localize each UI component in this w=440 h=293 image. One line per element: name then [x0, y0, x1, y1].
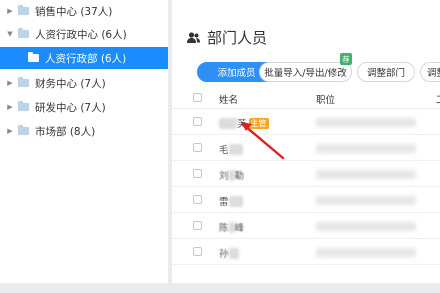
- redacted-name: [219, 117, 237, 129]
- department-tree: ▶ 销售中心 (37人) ▼ 人资行政中心 (6人) 人资行政部 (6人) ▶ …: [0, 0, 168, 283]
- department-members-panel: 部门人员 添加成员 批量导入/导出/修改 荐 调整部门 调整 姓名 职位 工 芙…: [172, 0, 440, 283]
- table-row[interactable]: 雷: [172, 187, 440, 213]
- collapse-arrow-icon[interactable]: ▼: [6, 30, 14, 38]
- redacted-position: [316, 144, 416, 153]
- table-row[interactable]: 毛: [172, 135, 440, 161]
- folder-icon: [28, 52, 39, 62]
- folder-icon: [18, 125, 29, 135]
- tree-item-label: 销售中心 (37人): [35, 5, 113, 18]
- tree-item-hr-admin-center[interactable]: ▼ 人资行政中心 (6人): [0, 23, 168, 45]
- column-header-position: 职位: [316, 95, 336, 106]
- recommend-badge: 荐: [340, 53, 352, 65]
- redacted-position: [316, 196, 416, 205]
- tree-item-label: 财务中心 (7人): [35, 77, 106, 90]
- redacted-position: [316, 222, 416, 231]
- tree-item-sales[interactable]: ▶ 销售中心 (37人): [0, 0, 168, 22]
- member-name: 毛: [219, 142, 243, 156]
- table-row[interactable]: 芙 主管: [172, 109, 440, 135]
- tree-item-marketing[interactable]: ▶ 市场部 (8人): [0, 120, 168, 142]
- folder-icon: [18, 101, 29, 111]
- member-name: 孙: [219, 246, 239, 260]
- row-checkbox[interactable]: [193, 195, 202, 204]
- expand-arrow-icon[interactable]: ▶: [6, 7, 14, 15]
- member-name: 刘 勒: [219, 169, 245, 182]
- table-row[interactable]: 孙: [172, 239, 440, 265]
- tree-item-rnd[interactable]: ▶ 研发中心 (7人): [0, 96, 168, 118]
- tree-item-hr-admin-dept[interactable]: 人资行政部 (6人): [0, 47, 168, 69]
- table-row[interactable]: 刘 勒: [172, 161, 440, 187]
- redacted-name: [228, 143, 243, 155]
- redacted-position: [316, 170, 416, 179]
- more-adjust-button[interactable]: 调整: [420, 62, 440, 82]
- member-name: 陈 峰: [219, 221, 245, 234]
- select-all-checkbox[interactable]: [193, 93, 202, 102]
- row-checkbox[interactable]: [193, 247, 202, 256]
- redacted-position: [316, 118, 416, 127]
- tree-item-finance[interactable]: ▶ 财务中心 (7人): [0, 72, 168, 94]
- users-icon: [187, 31, 200, 43]
- column-header-extra: 工: [436, 92, 440, 106]
- page-title: 部门人员: [187, 27, 267, 48]
- expand-arrow-icon[interactable]: ▶: [6, 79, 14, 87]
- tree-item-label: 人资行政部 (6人): [45, 52, 127, 65]
- member-name: 芙 主管: [219, 116, 269, 130]
- redacted-name: [228, 247, 239, 259]
- tree-item-label: 人资行政中心 (6人): [35, 28, 127, 41]
- adjust-department-button[interactable]: 调整部门: [357, 62, 415, 82]
- row-checkbox[interactable]: [193, 143, 202, 152]
- table-row[interactable]: 陈 峰: [172, 213, 440, 239]
- expand-arrow-icon[interactable]: ▶: [6, 127, 14, 135]
- folder-icon: [18, 28, 29, 38]
- folder-icon: [18, 5, 29, 15]
- page-title-text: 部门人员: [207, 29, 268, 47]
- row-checkbox[interactable]: [193, 221, 202, 230]
- tree-item-label: 研发中心 (7人): [35, 101, 106, 114]
- redacted-name: [228, 195, 243, 207]
- expand-arrow-icon[interactable]: ▶: [6, 103, 14, 111]
- folder-icon: [18, 77, 29, 87]
- row-checkbox[interactable]: [193, 169, 202, 178]
- member-name: 雷: [219, 194, 243, 208]
- row-checkbox[interactable]: [193, 117, 202, 126]
- redacted-position: [316, 248, 416, 257]
- batch-import-export-button[interactable]: 批量导入/导出/修改: [259, 62, 352, 82]
- table-header: 姓名 职位 工: [172, 87, 440, 109]
- column-header-name: 姓名: [219, 95, 239, 106]
- tree-item-label: 市场部 (8人): [35, 125, 96, 138]
- manager-tag: 主管: [248, 117, 269, 129]
